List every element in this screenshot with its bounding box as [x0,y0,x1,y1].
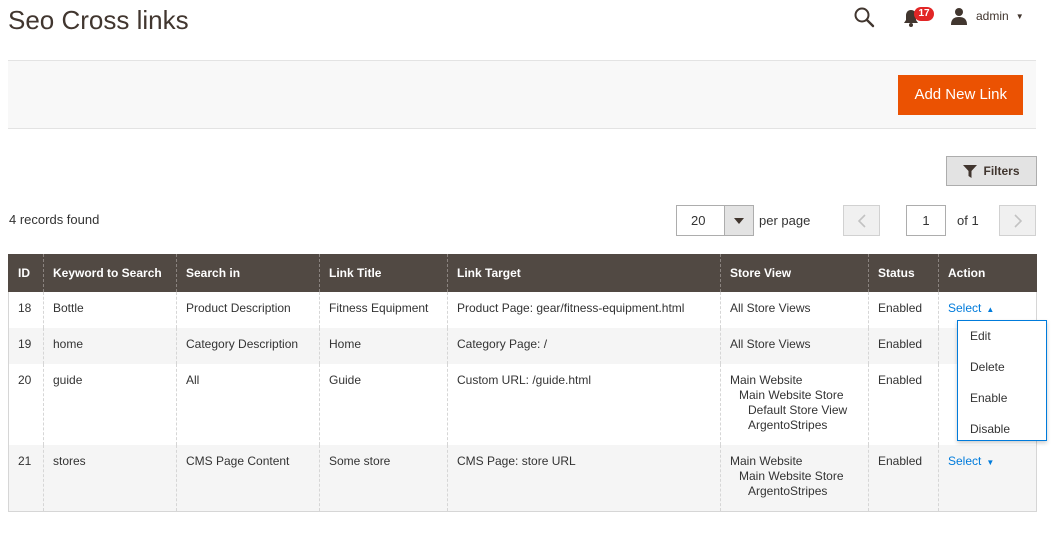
cell-action: Select ▼ [938,445,1037,512]
per-page-select[interactable]: 20 [676,205,754,236]
column-header-status[interactable]: Status [868,254,939,292]
action-select-label: Select [948,301,982,315]
per-page-value: 20 [691,213,706,228]
menu-item-enable[interactable]: Enable [958,383,1046,414]
previous-page-button[interactable] [843,205,880,236]
cell-id: 19 [8,328,44,364]
chevron-down-icon[interactable] [724,206,753,235]
filter-icon [963,164,978,178]
cell-keyword: Bottle [43,292,177,328]
next-page-button[interactable] [999,205,1036,236]
cell-status: Enabled [868,292,939,328]
records-found: 4 records found [9,212,100,227]
cell-search-in: All [176,364,320,445]
cell-store-view: Main Website Main Website Store Default … [720,364,869,445]
add-new-link-button[interactable]: Add New Link [898,75,1023,115]
filters-button[interactable]: Filters [946,156,1037,186]
user-icon [951,8,967,25]
cell-id: 20 [8,364,44,445]
store-view-line: ArgentoStripes [748,418,828,432]
cell-id: 18 [8,292,44,328]
cell-keyword: stores [43,445,177,512]
caret-up-icon: ▲ [986,305,995,314]
cell-store-view: All Store Views [720,328,869,364]
table-row[interactable]: 20 guide All Guide Custom URL: /guide.ht… [8,364,1037,445]
search-icon[interactable] [853,6,875,28]
user-menu[interactable]: admin ▼ [950,7,1024,25]
store-view-line: All Store Views [730,301,811,315]
cell-link-title: Fitness Equipment [319,292,448,328]
cell-link-target: Custom URL: /guide.html [447,364,721,445]
chevron-right-icon [1013,213,1022,228]
chevron-down-icon: ▼ [1015,11,1024,21]
cell-search-in: Category Description [176,328,320,364]
cell-store-view: Main Website Main Website Store ArgentoS… [720,445,869,512]
cell-link-target: Product Page: gear/fitness-equipment.htm… [447,292,721,328]
action-select-link[interactable]: Select ▲ [948,301,994,315]
table-row[interactable]: 21 stores CMS Page Content Some store CM… [8,445,1037,512]
cross-links-grid: ID Keyword to Search Search in Link Titl… [8,254,1037,512]
column-header-id[interactable]: ID [8,254,44,292]
column-header-search-in[interactable]: Search in [176,254,320,292]
store-view-line: Main Website [730,454,803,468]
chevron-left-icon [857,213,866,228]
menu-item-disable[interactable]: Disable [958,414,1046,445]
page-actions-bar: Add New Link [8,60,1036,129]
filters-label: Filters [983,164,1020,178]
grid-header-row: ID Keyword to Search Search in Link Titl… [8,254,1037,292]
cell-link-title: Guide [319,364,448,445]
cell-status: Enabled [868,364,939,445]
action-select-link[interactable]: Select ▼ [948,454,994,468]
user-name: admin [976,9,1009,23]
table-row[interactable]: 19 home Category Description Home Catego… [8,328,1037,364]
page-title: Seo Cross links [8,5,189,35]
column-header-action: Action [938,254,1037,292]
notification-count-badge[interactable]: 17 [914,7,934,21]
column-header-store-view[interactable]: Store View [720,254,869,292]
per-page-label: per page [759,213,811,228]
store-view-line: Default Store View [748,403,848,417]
menu-item-edit[interactable]: Edit [958,321,1046,352]
total-pages-label: of 1 [957,213,979,228]
store-view-line: Main Website [730,373,803,387]
column-header-link-title[interactable]: Link Title [319,254,448,292]
store-view-line: Main Website Store [739,469,844,483]
menu-item-delete[interactable]: Delete [958,352,1046,383]
cell-link-title: Some store [319,445,448,512]
cell-search-in: CMS Page Content [176,445,320,512]
cell-link-target: Category Page: / [447,328,721,364]
column-header-keyword[interactable]: Keyword to Search [43,254,177,292]
action-dropdown-menu: Edit Delete Enable Disable [957,320,1047,441]
cell-id: 21 [8,445,44,512]
table-row[interactable]: 18 Bottle Product Description Fitness Eq… [8,292,1037,328]
store-view-line: All Store Views [730,337,811,351]
caret-down-icon: ▼ [986,458,995,467]
cell-keyword: home [43,328,177,364]
cell-status: Enabled [868,445,939,512]
column-header-link-target[interactable]: Link Target [447,254,721,292]
cell-link-title: Home [319,328,448,364]
cell-store-view: All Store Views [720,292,869,328]
store-view-line: ArgentoStripes [748,484,828,498]
cell-search-in: Product Description [176,292,320,328]
cell-link-target: CMS Page: store URL [447,445,721,512]
cell-status: Enabled [868,328,939,364]
store-view-line: Main Website Store [739,388,844,402]
action-select-label: Select [948,454,982,468]
cell-keyword: guide [43,364,177,445]
current-page-input[interactable]: 1 [906,205,946,236]
